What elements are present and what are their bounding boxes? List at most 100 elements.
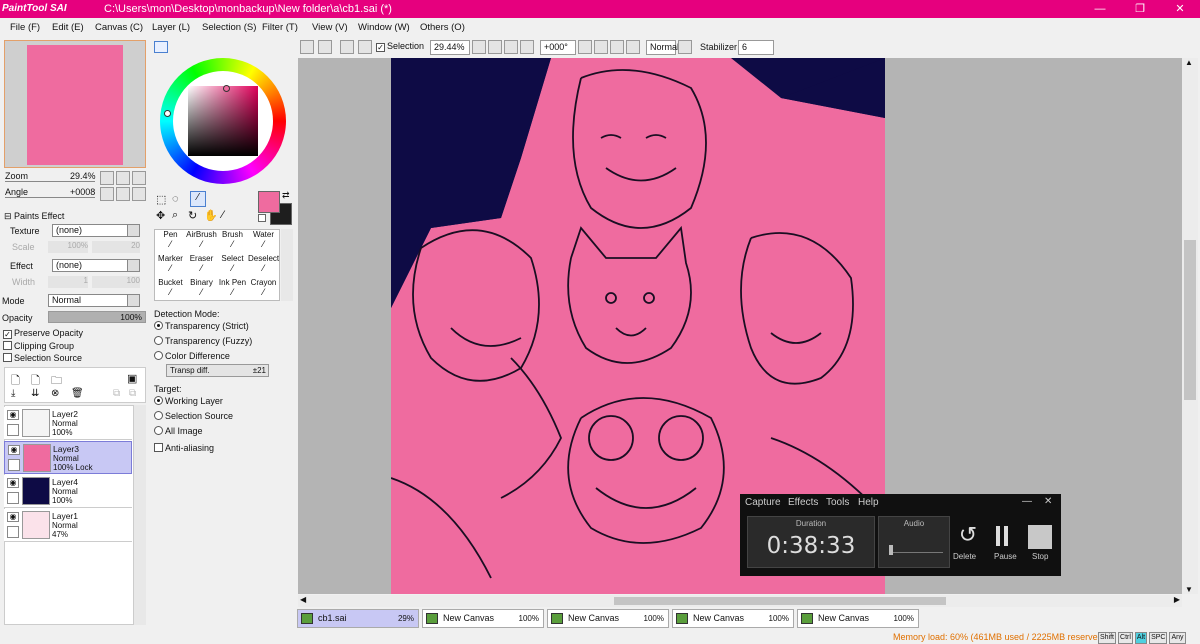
texture-dropdown[interactable]: (none) xyxy=(52,224,140,237)
radio-button[interactable] xyxy=(154,411,163,420)
stop-button[interactable]: Stop xyxy=(1032,552,1048,561)
layer-row[interactable]: ◉ Layer4 Normal 100% xyxy=(4,475,132,508)
selection-source-toggle[interactable]: Selection Source xyxy=(3,353,82,363)
recorder-menu-tools[interactable]: Tools xyxy=(826,497,849,508)
menu-layer[interactable]: Layer (L) xyxy=(152,22,190,33)
layer-lock-toggle[interactable] xyxy=(7,526,19,538)
vertical-scroll-thumb[interactable] xyxy=(1184,240,1196,400)
delete-button[interactable]: Delete xyxy=(953,552,976,561)
pause-button[interactable]: Pause xyxy=(994,552,1017,561)
angle-dropdown-button[interactable] xyxy=(578,40,592,54)
zoom-out-button[interactable] xyxy=(488,40,502,54)
layer-row[interactable]: ◉ Layer3 Normal 100% Lock xyxy=(4,441,132,474)
zoom-in-button[interactable] xyxy=(504,40,518,54)
nav-zoom-in-button[interactable] xyxy=(116,171,130,185)
hand-icon[interactable]: ✋ xyxy=(204,209,218,222)
nav-angle-slider[interactable] xyxy=(5,197,95,198)
brush-tool-ink-pen[interactable]: Ink Pen ⁄ xyxy=(217,278,248,302)
audio-level-meter[interactable] xyxy=(889,547,943,553)
selection-checkbox[interactable]: ✓ xyxy=(376,43,385,52)
deselect-button[interactable] xyxy=(340,40,354,54)
color-mixer-button[interactable] xyxy=(208,41,222,53)
brush-tool-binary[interactable]: Binary ⁄ xyxy=(186,278,217,302)
canvas-tab[interactable]: New Canvas 100% xyxy=(422,609,544,628)
transfer-down-icon[interactable]: ⤓ xyxy=(11,388,15,399)
target-option[interactable]: Selection Source xyxy=(154,411,233,421)
invert-selection-button[interactable] xyxy=(358,40,372,54)
zoom-icon[interactable]: ⌕ xyxy=(172,209,178,222)
paints-effect-header[interactable]: ⊟ Paints Effect xyxy=(4,211,64,222)
anti-aliasing-checkbox[interactable] xyxy=(154,443,163,452)
detection-option[interactable]: Color Difference xyxy=(154,351,230,361)
eyedropper-icon[interactable]: ⁄ xyxy=(222,209,224,221)
hsv-slider-button[interactable] xyxy=(190,41,204,53)
menu-selection[interactable]: Selection (S) xyxy=(202,22,256,33)
menu-view[interactable]: View (V) xyxy=(312,22,348,33)
transp-diff-slider[interactable]: Transp diff. ±21 xyxy=(166,364,269,377)
select-rect-icon[interactable]: ⬚ xyxy=(156,193,172,207)
scratchpad-button[interactable] xyxy=(244,41,258,53)
menu-filter[interactable]: Filter (T) xyxy=(262,22,298,33)
recorder-menu-help[interactable]: Help xyxy=(858,497,879,508)
selection-toggle[interactable]: ✓ Selection xyxy=(376,41,424,52)
eye-icon[interactable]: ◉ xyxy=(7,478,19,488)
detection-option[interactable]: Transparency (Strict) xyxy=(154,321,249,331)
redo-button[interactable] xyxy=(318,40,332,54)
nav-zoom-reset-button[interactable] xyxy=(132,171,146,185)
brush-tool-pen[interactable]: Pen ⁄ xyxy=(155,230,186,254)
eye-icon[interactable]: ◉ xyxy=(8,445,20,455)
audio-slider-handle[interactable] xyxy=(889,545,893,555)
menu-file[interactable]: File (F) xyxy=(10,22,40,33)
brush-tool-eraser[interactable]: Eraser ⁄ xyxy=(186,254,217,278)
move-icon[interactable]: ✥ xyxy=(156,209,165,222)
maximize-button[interactable]: ❐ xyxy=(1120,0,1160,18)
transparent-color-icon[interactable] xyxy=(258,214,266,222)
eye-icon[interactable]: ◉ xyxy=(7,410,19,420)
undo-button[interactable] xyxy=(300,40,314,54)
swap-colors-icon[interactable]: ⇄ xyxy=(282,190,290,201)
reset-icon[interactable]: ↺ xyxy=(955,522,981,548)
radio-button[interactable] xyxy=(154,396,163,405)
eye-icon[interactable]: ◉ xyxy=(7,512,19,522)
stabilizer-field[interactable]: 6 xyxy=(738,40,774,55)
scroll-left-icon[interactable]: ◀ xyxy=(300,595,306,604)
nav-rotate-reset-button[interactable] xyxy=(132,187,146,201)
flip-button[interactable] xyxy=(678,40,692,54)
opacity-slider[interactable]: 100% xyxy=(48,311,146,323)
clipping-group-toggle[interactable]: Clipping Group xyxy=(3,341,74,351)
rotate-reset-button[interactable] xyxy=(626,40,640,54)
swatches-button[interactable] xyxy=(226,41,240,53)
view-mode-field[interactable]: Normal xyxy=(646,40,679,55)
effect-dropdown[interactable]: (none) xyxy=(52,259,140,272)
canvas-tab[interactable]: New Canvas 100% xyxy=(797,609,919,628)
clear-layer-icon[interactable]: ⊗ xyxy=(51,388,59,399)
menu-canvas[interactable]: Canvas (C) xyxy=(95,22,143,33)
brush-tool-water[interactable]: Water ⁄ xyxy=(248,230,279,254)
merge-down-icon[interactable]: ⇊ xyxy=(31,388,39,399)
brush-tool-select[interactable]: Select ⁄ xyxy=(217,254,248,278)
menu-others[interactable]: Others (O) xyxy=(420,22,465,33)
radio-button[interactable] xyxy=(154,321,163,330)
brush-tool-marker[interactable]: Marker ⁄ xyxy=(155,254,186,278)
recorder-menu-capture[interactable]: Capture xyxy=(745,497,781,508)
clipping-group-checkbox[interactable] xyxy=(3,341,12,350)
magic-wand-icon[interactable]: ⁄ xyxy=(190,191,206,207)
preserve-opacity-toggle[interactable]: ✓ Preserve Opacity xyxy=(3,328,83,339)
layer-lock-toggle[interactable] xyxy=(7,492,19,504)
nav-rotate-left-button[interactable] xyxy=(100,187,114,201)
close-button[interactable]: ✕ xyxy=(1160,0,1200,18)
scroll-down-icon[interactable]: ▼ xyxy=(1185,585,1193,594)
canvas-horizontal-scrollbar[interactable]: ◀ ▶ xyxy=(298,595,1182,607)
zoom-dropdown-button[interactable] xyxy=(472,40,486,54)
brush-tool-brush[interactable]: Brush ⁄ xyxy=(217,230,248,254)
radio-button[interactable] xyxy=(154,351,163,360)
delete-layer-icon[interactable]: 🗑 xyxy=(71,388,84,399)
detection-option[interactable]: Transparency (Fuzzy) xyxy=(154,336,252,346)
navigator-panel[interactable] xyxy=(4,40,146,168)
brush-tool-deselect[interactable]: Deselect ⁄ xyxy=(248,254,279,278)
scroll-right-icon[interactable]: ▶ xyxy=(1174,595,1180,604)
layer-row[interactable]: ◉ Layer1 Normal 47% xyxy=(4,509,132,542)
nav-zoom-out-button[interactable] xyxy=(100,171,114,185)
scroll-up-icon[interactable]: ▲ xyxy=(1185,58,1193,67)
preserve-opacity-checkbox[interactable]: ✓ xyxy=(3,330,12,339)
